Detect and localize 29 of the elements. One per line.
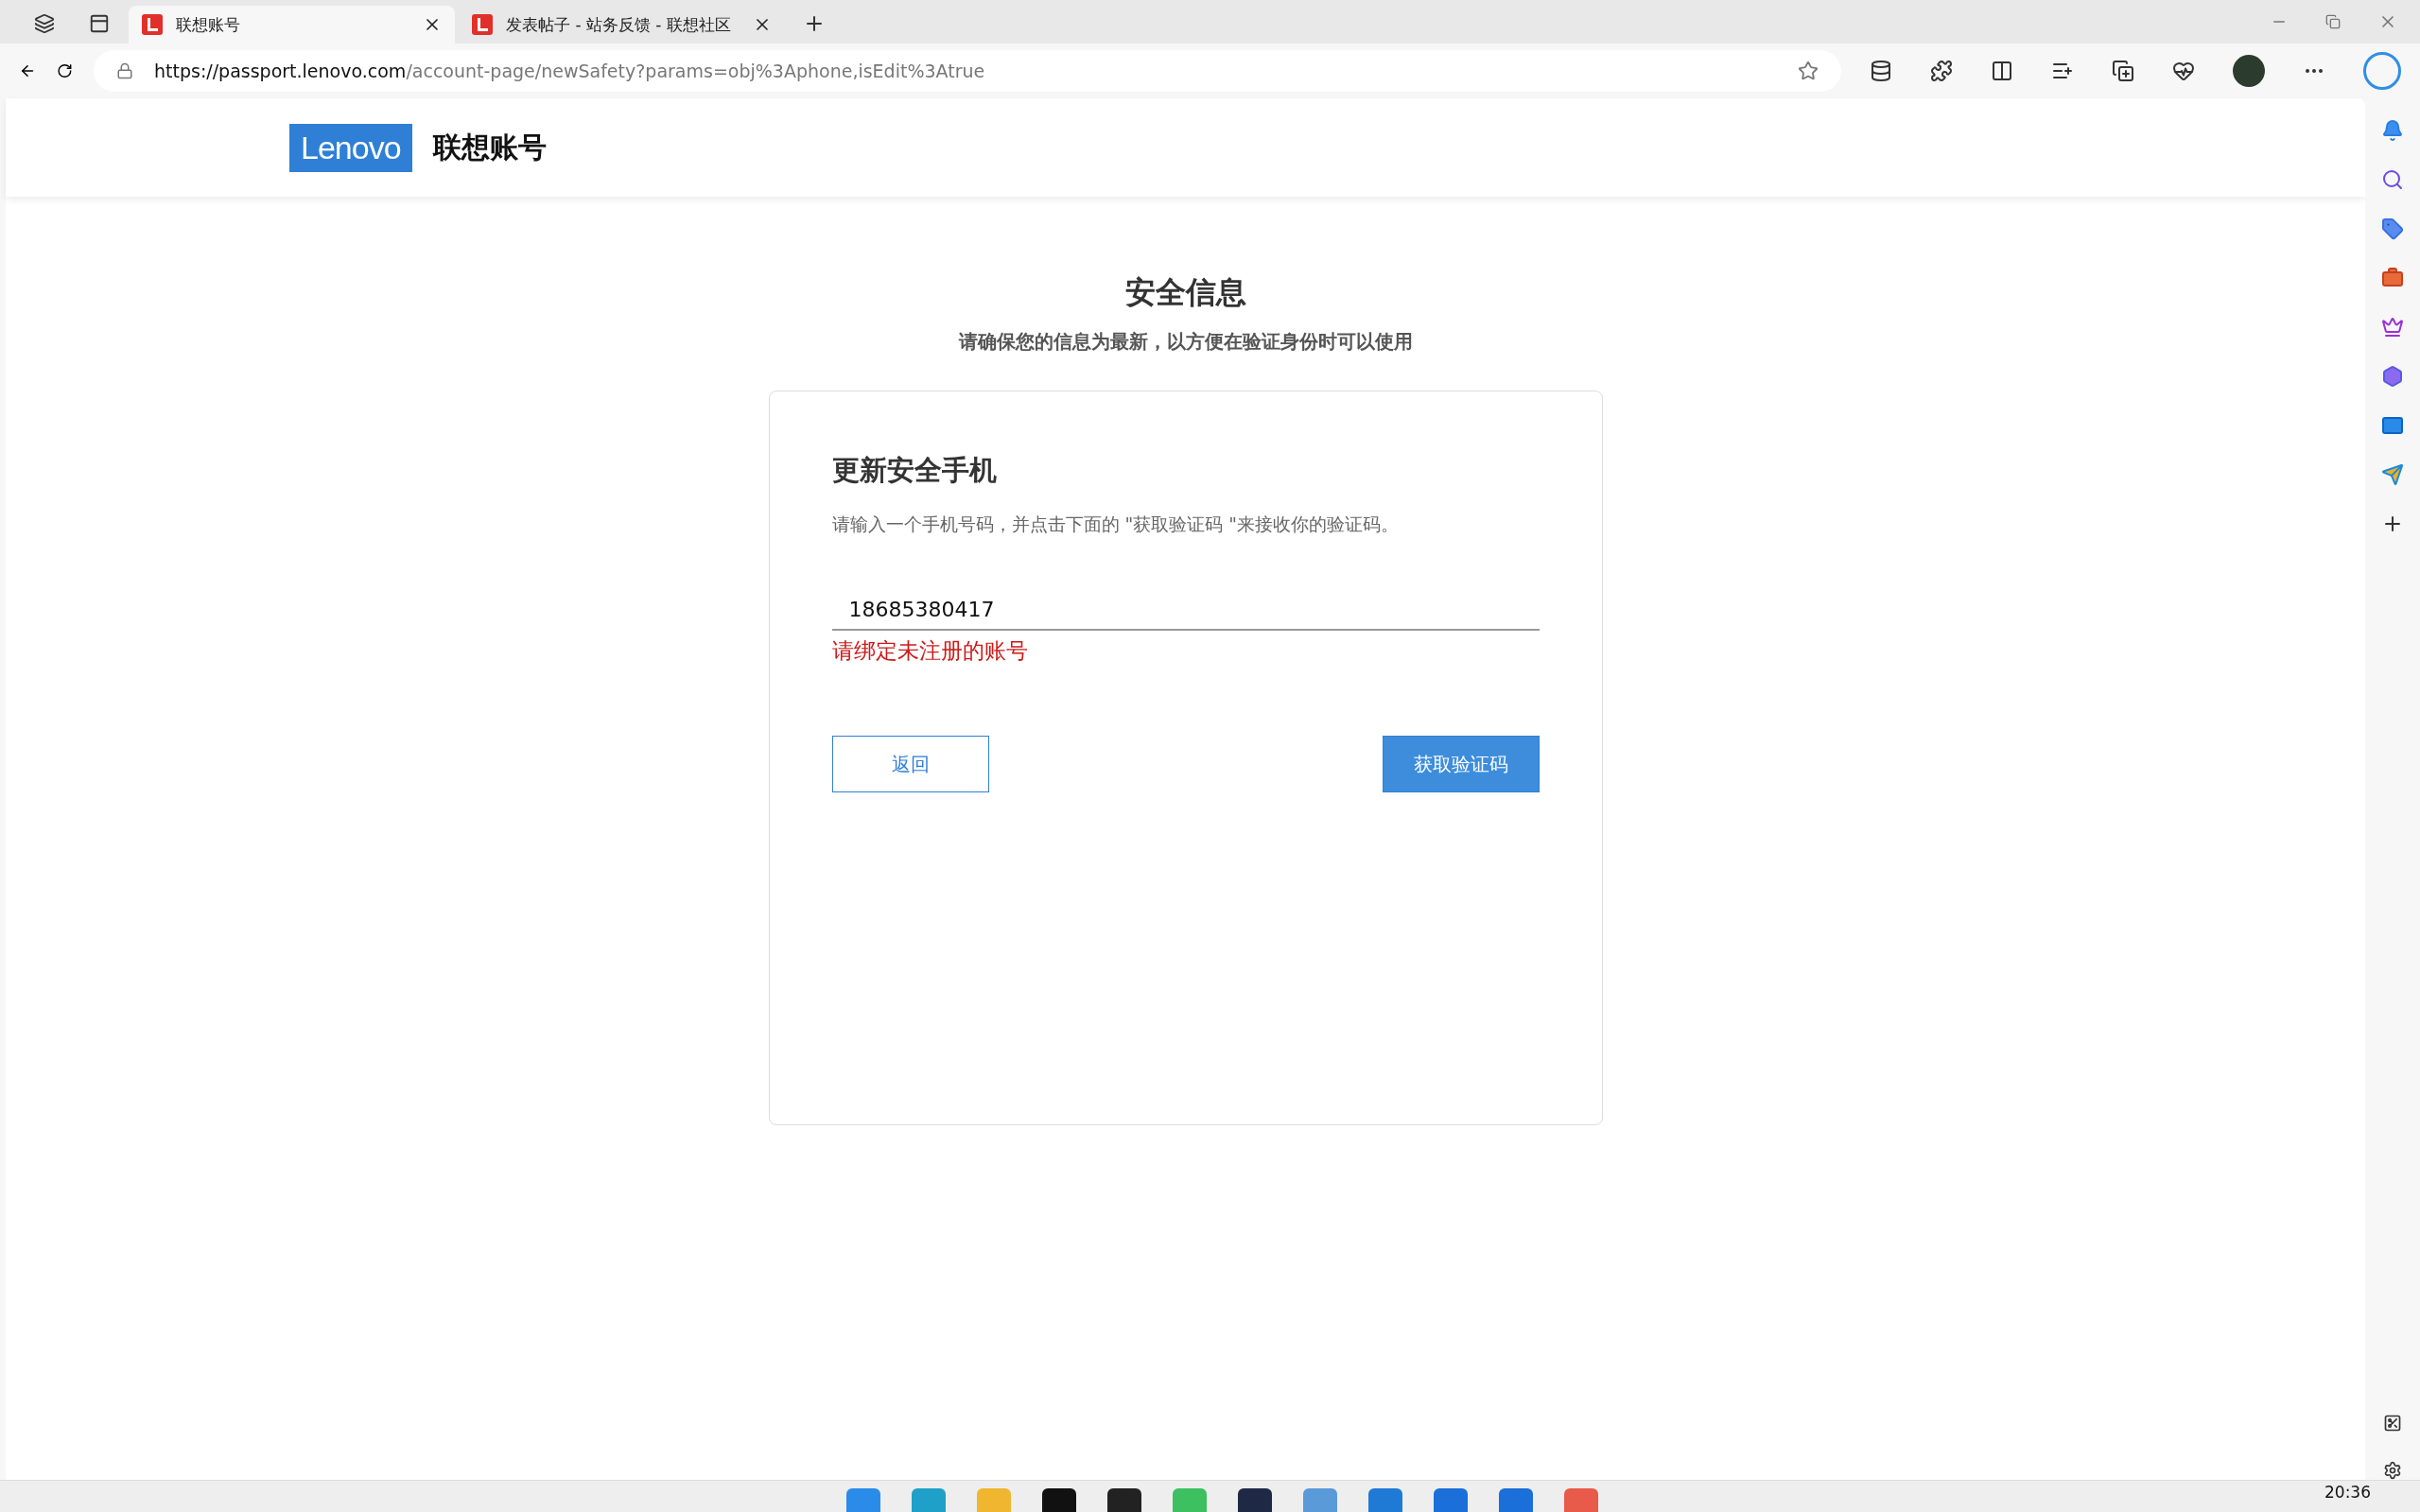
collections-icon[interactable] xyxy=(2112,60,2134,82)
hexagon-icon[interactable] xyxy=(2381,365,2404,388)
tag-icon[interactable] xyxy=(2381,217,2404,240)
logo: Lenovo xyxy=(289,123,412,172)
error-message: 请绑定未注册的账号 xyxy=(831,637,1028,665)
address-bar[interactable]: https://passport.lenovo.com/account-page/newSafety?params=obj%3Aphone,isEdit%3Atrue xyxy=(94,50,1841,92)
site-favicon xyxy=(142,14,163,35)
page-subtitle: 请确保您的信息为最新，以方便在验证身份时可以使用 xyxy=(958,329,1413,355)
search-icon[interactable] xyxy=(2381,168,2404,191)
paper-plane-icon[interactable] xyxy=(2381,463,2404,486)
card-heading: 更新安全手机 xyxy=(831,453,998,488)
restore-icon[interactable] xyxy=(2325,14,2341,29)
browser-tab[interactable]: 发表帖子 - 站务反馈 - 联想社区 xyxy=(459,6,785,43)
page-title: 安全信息 xyxy=(1124,273,1246,312)
extensions-icon[interactable] xyxy=(1930,60,1953,82)
clock: 20:36 xyxy=(2324,1483,2371,1502)
heart-pulse-icon[interactable] xyxy=(2172,60,2195,82)
stack-icon[interactable] xyxy=(1870,60,1892,82)
lock-icon xyxy=(116,62,133,79)
back-button[interactable]: 返回 xyxy=(831,736,989,792)
site-favicon xyxy=(472,14,493,35)
favorite-star-icon[interactable] xyxy=(1798,61,1819,81)
bell-icon[interactable] xyxy=(2381,119,2404,142)
browser-tab[interactable]: 联想账号 xyxy=(129,6,455,43)
card-description: 请输入一个手机号码，并点击下面的 "获取验证码 "来接收你的验证码。 xyxy=(831,513,1401,536)
split-screen-icon[interactable] xyxy=(1991,60,2013,82)
site-title: 联想账号 xyxy=(432,129,547,165)
profile-avatar[interactable] xyxy=(2233,55,2265,87)
briefcase-icon[interactable] xyxy=(2381,267,2404,289)
